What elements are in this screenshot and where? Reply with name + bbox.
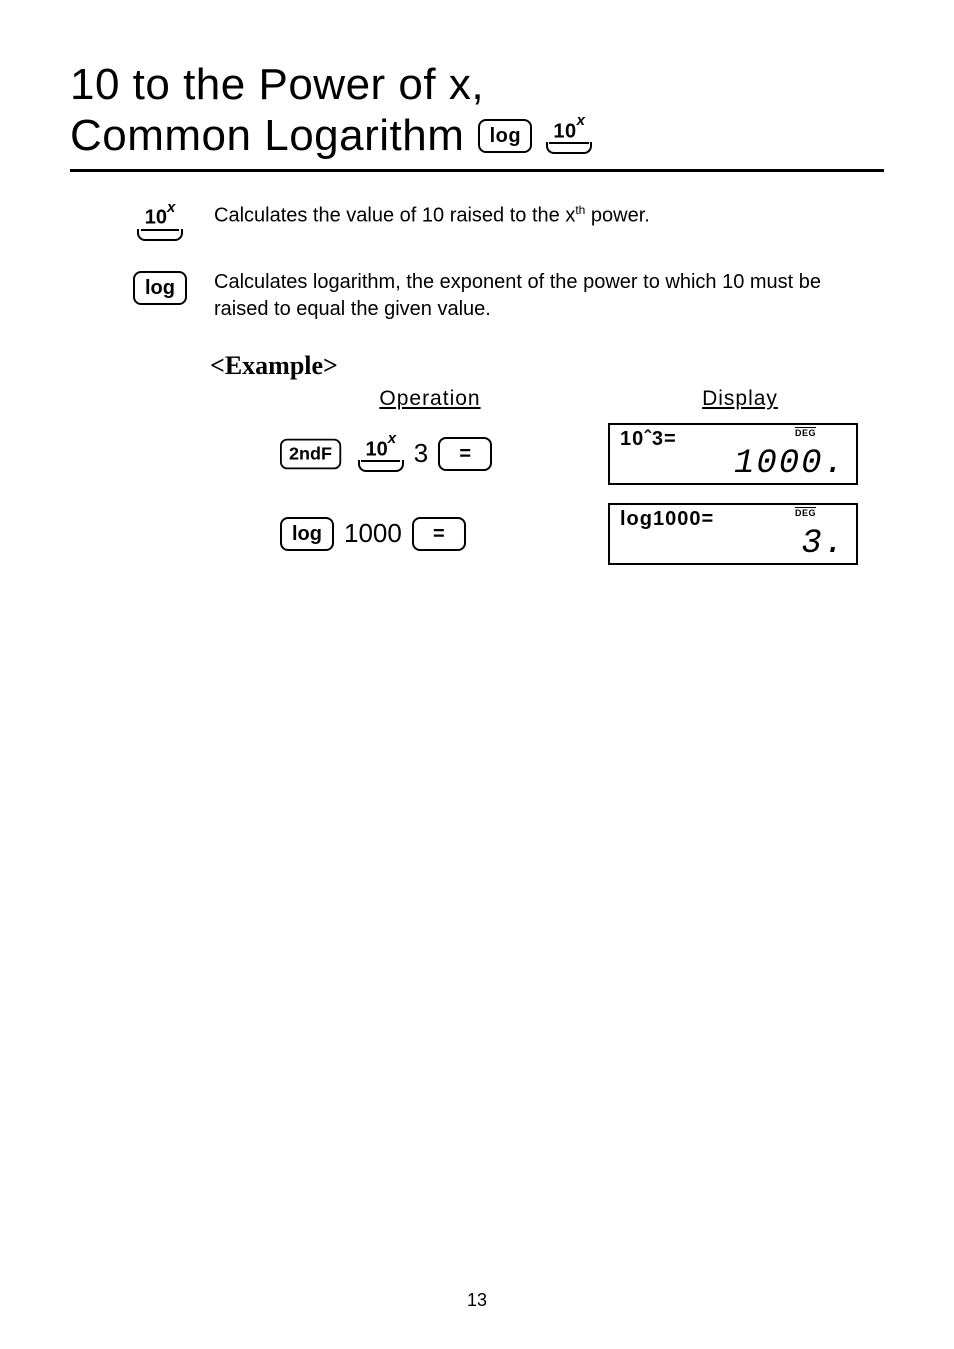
example-column-headers: Operation Display [290,387,884,411]
ten-to-x-label: 10x [549,118,589,145]
ten-to-x-label: 10x [361,436,400,463]
display-mode-indicator: DEG [795,427,816,438]
operation-sequence: 2ndF 10x 3 = [280,436,560,473]
column-header-display: Display [610,387,870,411]
log-key-icon: log [478,119,532,153]
operation-sequence: log 1000 = [280,517,560,551]
equals-key-icon: = [438,437,492,471]
display-result: 1000. [734,445,846,483]
example-row: 2ndF 10x 3 = DEG 10ˆ3= 1000. [280,423,884,485]
typed-number: 3 [414,438,428,469]
calculator-display: DEG log1000= 3. [608,503,858,565]
key-body-icon [546,142,592,154]
title-line-1: 10 to the Power of x, [70,60,884,111]
key-body-icon [137,229,183,241]
ten-to-x-label: 10x [141,204,180,231]
page-number: 13 [0,1290,954,1311]
description-log: log Calculates logarithm, the exponent o… [130,269,884,323]
key-body-icon [358,460,404,472]
display-result: 3. [801,525,846,563]
title-divider [70,169,884,172]
example-row: log 1000 = DEG log1000= 3. [280,503,884,565]
ten-to-x-key-icon: 10x [358,436,404,473]
calculator-display: DEG 10ˆ3= 1000. [608,423,858,485]
ten-to-x-key-icon: 10x [546,118,592,155]
example-heading: <Example> [210,351,884,381]
page-title: 10 to the Power of x, Common Logarithm l… [70,60,884,161]
equals-key-icon: = [412,517,466,551]
title-line-2-text: Common Logarithm [70,111,464,162]
second-function-key-icon: 2ndF [280,439,341,470]
display-mode-indicator: DEG [795,507,816,518]
title-line-2: Common Logarithm log 10x [70,111,884,162]
log-key-icon: log [280,517,334,551]
log-key-icon: log [133,271,187,305]
ten-to-x-key-icon: 10x [137,204,183,241]
column-header-operation: Operation [290,387,570,411]
typed-number: 1000 [344,518,402,549]
description-text: Calculates logarithm, the exponent of th… [214,269,854,323]
description-text: Calculates the value of 10 raised to the… [214,202,650,230]
description-ten-to-x: 10x Calculates the value of 10 raised to… [130,202,884,241]
manual-page: 10 to the Power of x, Common Logarithm l… [0,0,954,1349]
